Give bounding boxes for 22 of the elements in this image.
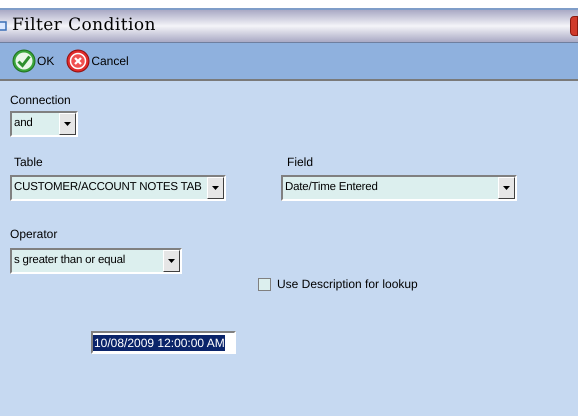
check-icon [12, 49, 36, 73]
window-icon [0, 20, 8, 32]
date-time-field[interactable]: 10/08/2009 12:00:00 AM [93, 334, 225, 350]
operator-label: Operator [10, 227, 58, 241]
connection-label: Connection [10, 93, 72, 107]
ok-button[interactable]: OK [12, 49, 54, 73]
window-title: Filter Condition [12, 14, 156, 38]
caret-icon [212, 186, 219, 190]
caret-icon [64, 122, 71, 126]
caret-icon [503, 186, 510, 190]
cancel-button[interactable]: Cancel [66, 49, 129, 73]
table-dropdown[interactable]: CUSTOMER/ACCOUNT NOTES TAB [10, 175, 226, 201]
field-label: Field [286, 155, 314, 169]
table-label: Table [13, 155, 44, 169]
connection-dropdown[interactable]: and [10, 111, 78, 137]
field-dropdown[interactable]: Date/Time Entered [281, 175, 517, 201]
close-button[interactable] [570, 16, 578, 36]
close-icon [66, 49, 90, 73]
operator-dropdown[interactable]: s greater than or equal [10, 248, 182, 274]
caret-icon [168, 259, 175, 263]
checkbox[interactable] [258, 278, 271, 290]
checkbox-label: Use Description for lookup [277, 276, 418, 293]
